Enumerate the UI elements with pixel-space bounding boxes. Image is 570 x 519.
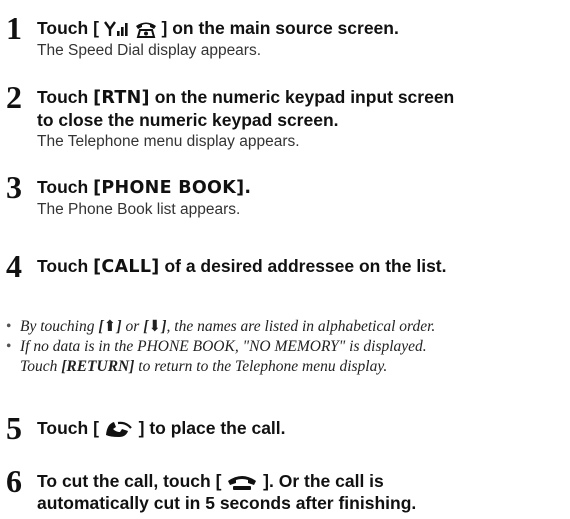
instruction-text: automatically cut in 5 seconds after fin… <box>37 493 417 513</box>
step-number: 3 <box>6 169 22 205</box>
step-instruction: Touch [RTN] on the numeric keypad input … <box>37 86 562 131</box>
bracket-close: ] <box>161 18 168 38</box>
instruction-page: 1 Touch [ ] on the main source screen. T… <box>0 0 570 519</box>
bracket-close: ] <box>138 418 145 438</box>
instruction-text: Touch <box>37 177 89 197</box>
step-result: The Phone Book list appears. <box>37 201 241 218</box>
notes-list: • By touching [⬆] or [⬇], the names are … <box>0 317 570 377</box>
note-text: or <box>125 318 140 335</box>
step-number: 1 <box>6 10 22 46</box>
note-text: If no data is in the PHONE BOOK, "NO MEM… <box>20 338 427 355</box>
phone-book-key-label: [PHONE BOOK]. <box>93 178 252 198</box>
bullet-icon: • <box>6 318 12 335</box>
step-instruction: Touch [CALL] of a desired addressee on t… <box>37 255 562 278</box>
step-number: 4 <box>6 248 22 284</box>
instruction-text: to place the call. <box>149 418 286 438</box>
antenna-signal-icon <box>103 21 128 37</box>
step-instruction: Touch [PHONE BOOK]. <box>37 176 562 199</box>
scroll-down-key: [⬇] <box>143 318 167 335</box>
step-number: 2 <box>6 79 22 115</box>
instruction-text: on the main source screen. <box>172 18 399 38</box>
call-end-icon <box>228 476 257 491</box>
instruction-text: on the numeric keypad input screen <box>154 87 455 107</box>
instruction-text: To cut the call, touch <box>37 471 211 491</box>
note-text: , the names are listed in alphabetical o… <box>166 318 436 335</box>
instruction-text: to close the numeric keypad screen. <box>37 110 339 130</box>
note-text: to return to the Telephone menu display. <box>138 358 388 375</box>
call-key-label: [CALL] <box>93 257 160 277</box>
note-item: • By touching [⬆] or [⬇], the names are … <box>0 317 570 337</box>
bracket-open: [ <box>93 418 99 438</box>
call-place-icon <box>105 422 132 438</box>
instruction-text: Touch <box>37 256 89 276</box>
note-item: • If no data is in the PHONE BOOK, "NO M… <box>0 337 570 377</box>
instruction-text: Touch <box>37 18 89 38</box>
instruction-text: Touch <box>37 418 89 438</box>
step-result: The Speed Dial display appears. <box>37 42 262 59</box>
note-text: Touch <box>20 358 58 375</box>
phone-handset-icon <box>135 22 156 39</box>
note-text: By touching <box>20 318 95 335</box>
step-instruction: To cut the call, touch [ ]. Or the call … <box>37 470 562 514</box>
instruction-text: of a desired addressee on the list. <box>164 256 447 276</box>
step-result: The Telephone menu display appears. <box>37 133 300 150</box>
rtn-key-label: [RTN] <box>93 88 150 108</box>
return-key: [RETURN] <box>61 358 135 375</box>
bullet-icon: • <box>6 338 12 355</box>
step-instruction: Touch [ ] to place the call. <box>37 417 562 439</box>
step-number: 6 <box>6 463 22 499</box>
step-instruction: Touch [ ] on the main source screen. <box>37 17 562 39</box>
instruction-text: . Or the call is <box>269 471 384 491</box>
instruction-text: Touch <box>37 87 89 107</box>
step-number: 5 <box>6 410 22 446</box>
bracket-open: [ <box>215 471 222 491</box>
bracket-open: [ <box>93 18 99 38</box>
scroll-up-key: [⬆] <box>98 318 122 335</box>
